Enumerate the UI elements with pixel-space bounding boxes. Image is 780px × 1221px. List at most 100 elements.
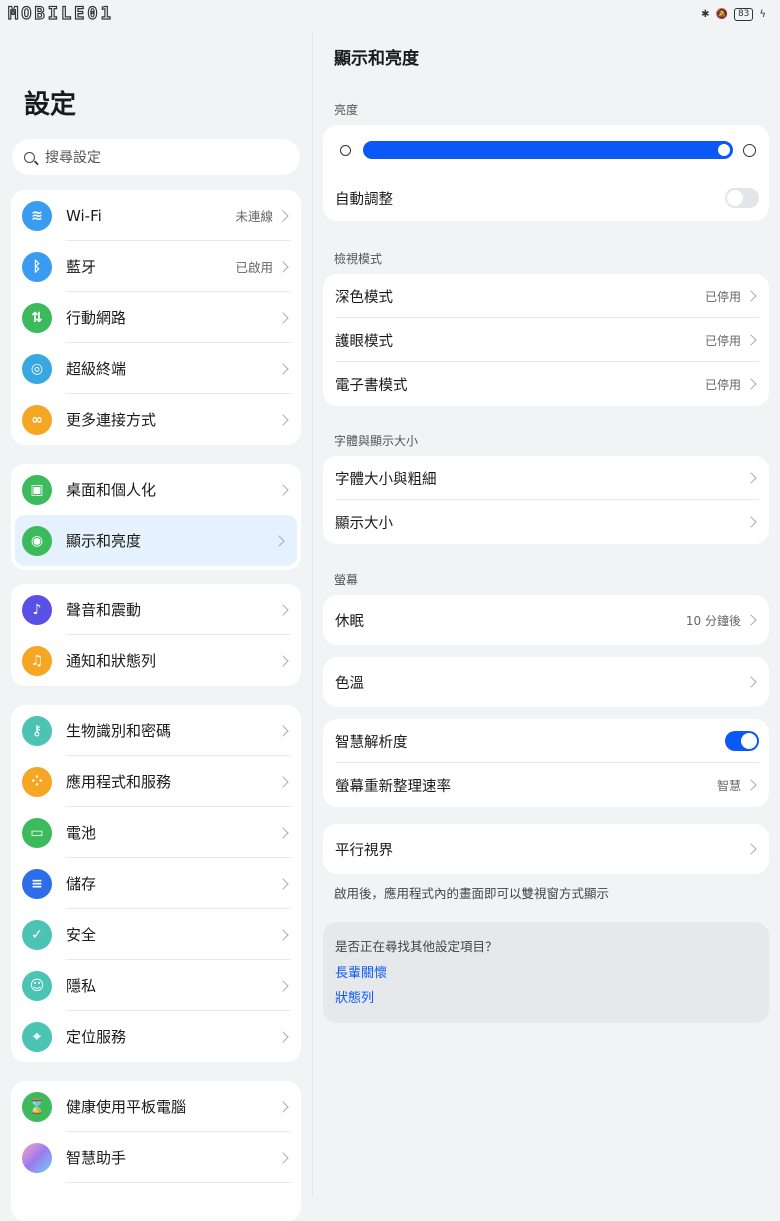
sidebar-item-label: 電池: [66, 824, 97, 842]
sidebar-item-wifi[interactable]: ≋ Wi-Fi 未連線: [11, 190, 301, 241]
sidebar-item-label: 藍牙: [66, 258, 97, 276]
sidebar-item-mobile-network[interactable]: ⇅ 行動網路: [11, 292, 301, 343]
sidebar-item-biometrics[interactable]: ⚷ 生物識別和密碼: [11, 705, 301, 756]
sidebar-item-label: 通知和狀態列: [66, 652, 157, 670]
bluetooth-icon: ᛒ: [22, 251, 52, 282]
chevron-right-icon: [277, 209, 289, 222]
elder-care-link[interactable]: 長輩關懷: [335, 962, 387, 981]
watermark-logo: MOBILE01: [7, 3, 114, 24]
sidebar-item-label: 更多連接方式: [66, 411, 157, 429]
mute-icon: 🔕: [715, 9, 728, 20]
section-header-brightness: 亮度: [334, 103, 359, 117]
chevron-right-icon: [277, 1100, 289, 1113]
refresh-rate-row[interactable]: 螢幕重新整理速率 智慧: [323, 763, 769, 807]
brightness-card: 自動調整: [323, 125, 769, 221]
sidebar-item-storage[interactable]: ≡ 儲存: [11, 858, 301, 909]
color-temp-label: 色溫: [335, 675, 364, 692]
battery-icon: ▭: [22, 817, 52, 848]
font-size-label: 字體大小與粗細: [335, 471, 437, 488]
search-icon: [24, 151, 35, 163]
smart-resolution-label: 智慧解析度: [335, 734, 408, 751]
auto-brightness-toggle[interactable]: [725, 188, 759, 208]
resolution-card: 智慧解析度 螢幕重新整理速率 智慧: [323, 719, 769, 807]
ebook-mode-label: 電子書模式: [335, 377, 408, 394]
font-card: 字體大小與粗細 顯示大小: [323, 456, 769, 544]
wallpaper-icon: ▣: [22, 474, 52, 505]
bell-icon: ♫: [22, 645, 52, 676]
chevron-right-icon: [277, 362, 289, 375]
group-wellbeing: ⌛ 健康使用平板電腦 智慧助手: [11, 1081, 301, 1221]
sidebar-item-super-device[interactable]: ◎ 超級終端: [11, 343, 301, 394]
eye-comfort-label: 護眼模式: [335, 333, 393, 350]
brightness-slider[interactable]: [363, 141, 733, 159]
dark-mode-row[interactable]: 深色模式 已停用: [323, 274, 769, 318]
privacy-icon: ☺: [22, 970, 52, 1001]
ebook-mode-status: 已停用: [704, 377, 741, 392]
chevron-right-icon: [277, 724, 289, 737]
color-temp-card: 色溫: [323, 657, 769, 707]
page-title: 設定: [24, 90, 77, 120]
pane-title: 顯示和亮度: [334, 49, 419, 69]
sidebar-item-label: 超級終端: [66, 360, 127, 378]
chevron-right-icon: [277, 1030, 289, 1043]
search-input[interactable]: 搜尋設定: [12, 139, 300, 175]
link-icon: ∞: [22, 404, 52, 435]
sidebar-item-sound[interactable]: ♪ 聲音和震動: [11, 584, 301, 635]
eye-comfort-row[interactable]: 護眼模式 已停用: [323, 318, 769, 362]
smart-resolution-toggle[interactable]: [725, 731, 759, 751]
search-placeholder: 搜尋設定: [45, 150, 101, 166]
auto-brightness-label: 自動調整: [335, 191, 393, 208]
charging-icon: ϟ: [759, 9, 766, 20]
parallel-view-card: 平行視界: [323, 824, 769, 874]
sidebar-item-label: 安全: [66, 926, 97, 944]
brightness-high-icon: [743, 143, 756, 157]
chevron-right-icon: [277, 260, 289, 273]
status-icons: ✱ 🔕 83 ϟ: [701, 8, 766, 21]
chevron-right-icon: [745, 779, 757, 791]
chevron-right-icon: [277, 1151, 289, 1164]
ebook-mode-row[interactable]: 電子書模式 已停用: [323, 362, 769, 406]
mobile-data-icon: ⇅: [22, 302, 52, 333]
brightness-slider-row: [323, 125, 769, 175]
sidebar-item-location[interactable]: ⌖ 定位服務: [11, 1011, 301, 1062]
dark-mode-label: 深色模式: [335, 289, 393, 306]
sidebar-item-assistant[interactable]: 智慧助手: [11, 1132, 301, 1183]
sidebar-item-label: 應用程式和服務: [66, 773, 172, 791]
sidebar-item-security[interactable]: ✓ 安全: [11, 909, 301, 960]
sidebar-item-battery[interactable]: ▭ 電池: [11, 807, 301, 858]
section-header-font: 字體與顯示大小: [334, 434, 419, 448]
sidebar-item-label: 桌面和個人化: [66, 481, 157, 499]
display-size-row[interactable]: 顯示大小: [323, 500, 769, 544]
chevron-right-icon: [745, 843, 757, 855]
sidebar-item-digital-balance[interactable]: ⌛ 健康使用平板電腦: [11, 1081, 301, 1132]
brightness-slider-handle[interactable]: [718, 144, 730, 156]
sleep-row[interactable]: 休眠 10 分鐘後: [323, 595, 769, 645]
chevron-right-icon: [745, 290, 757, 302]
refresh-rate-label: 螢幕重新整理速率: [335, 778, 451, 795]
sidebar-item-display-brightness[interactable]: ◉ 顯示和亮度: [15, 515, 297, 566]
font-size-row[interactable]: 字體大小與粗細: [323, 456, 769, 500]
chevron-right-icon: [745, 472, 757, 484]
status-bar-link[interactable]: 狀態列: [335, 987, 374, 1006]
chevron-right-icon: [277, 928, 289, 941]
parallel-view-row[interactable]: 平行視界: [323, 824, 769, 874]
chevron-right-icon: [277, 311, 289, 324]
chevron-right-icon: [745, 614, 757, 626]
chevron-right-icon: [277, 603, 289, 616]
sound-icon: ♪: [22, 594, 52, 625]
sidebar-item-more-connections[interactable]: ∞ 更多連接方式: [11, 394, 301, 445]
parallel-view-label: 平行視界: [335, 842, 393, 859]
sidebar-item-privacy[interactable]: ☺ 隱私: [11, 960, 301, 1011]
parallel-view-note: 啟用後，應用程式內的畫面即可以雙視窗方式顯示: [334, 886, 610, 901]
display-settings-pane: 顯示和亮度 亮度 自動調整 檢視模式 深色模式 已停用 護眼模式 已停用 電子書…: [313, 32, 780, 1197]
color-temp-row[interactable]: 色溫: [323, 657, 769, 707]
sidebar-item-apps[interactable]: ⁘ 應用程式和服務: [11, 756, 301, 807]
sidebar-item-value: 已啟用: [235, 260, 273, 275]
battery-indicator: 83: [733, 8, 754, 21]
shield-icon: ✓: [22, 919, 52, 950]
dark-mode-status: 已停用: [704, 289, 741, 304]
sidebar-item-home-screen[interactable]: ▣ 桌面和個人化: [11, 464, 301, 515]
sidebar-item-bluetooth[interactable]: ᛒ 藍牙 已啟用: [11, 241, 301, 292]
sidebar-item-notifications[interactable]: ♫ 通知和狀態列: [11, 635, 301, 686]
sidebar-item-label: 儲存: [66, 875, 97, 893]
